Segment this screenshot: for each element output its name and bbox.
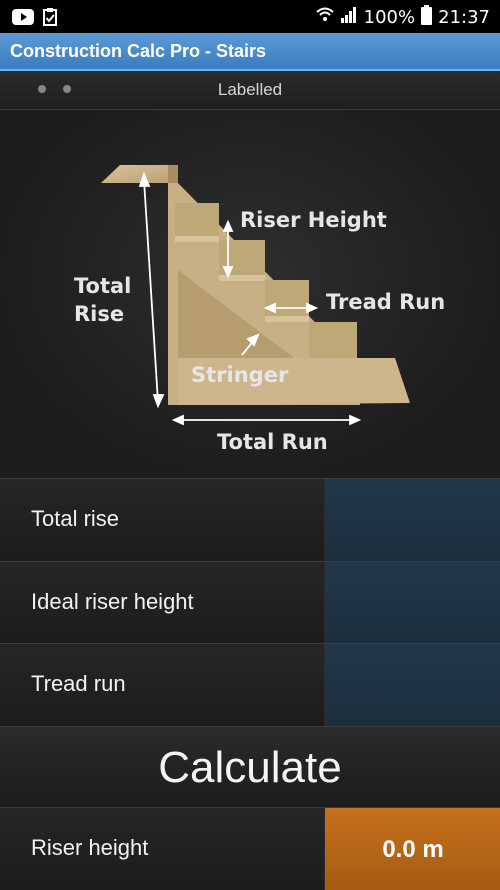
clock: 21:37 (438, 7, 490, 28)
ideal-riser-height-input[interactable] (324, 562, 500, 644)
pager-label: Labelled (217, 80, 283, 99)
total-rise-label-line1: Total (74, 274, 132, 298)
riser-height-label: Riser Height (240, 208, 387, 232)
tread-run-row: Tread run (0, 643, 500, 726)
ideal-riser-height-row: Ideal riser height (0, 561, 500, 644)
status-bar: 100% 21:37 (0, 0, 500, 33)
battery-percent: 100% (363, 7, 416, 28)
total-run-label: Total Run (217, 430, 328, 454)
tread-run-row-label: Tread run (31, 671, 126, 696)
calculate-button-label: Calculate (158, 743, 342, 792)
image-pager-header[interactable]: Labelled (0, 71, 500, 110)
total-rise-label: Total Rise (74, 274, 131, 326)
calculate-button[interactable]: Calculate (0, 726, 500, 808)
youtube-icon (12, 9, 34, 30)
battery-icon (421, 5, 433, 30)
tread-run-label: Tread Run (326, 290, 446, 314)
total-rise-row: Total rise (0, 478, 500, 561)
task-check-icon (43, 8, 57, 31)
tread-run-input[interactable] (324, 644, 500, 726)
riser-height-result-row: Riser height 0.0 m (0, 807, 500, 890)
stairs-diagram: Riser Height Tread Run Total Rise String… (0, 110, 500, 478)
total-rise-row-label: Total rise (31, 506, 120, 531)
signal-icon (340, 7, 358, 28)
app-title-bar: Construction Calc Pro - Stairs (0, 33, 500, 71)
wifi-icon (315, 7, 334, 28)
riser-height-result-field: 0.0 m (324, 808, 500, 890)
riser-height-result-label: Riser height (31, 835, 149, 860)
total-rise-label-line2: Rise (74, 302, 125, 326)
app-title: Construction Calc Pro - Stairs (10, 41, 267, 61)
total-rise-input[interactable] (324, 479, 500, 561)
stringer-label: Stringer (191, 363, 289, 387)
ideal-riser-height-row-label: Ideal riser height (31, 589, 194, 614)
riser-height-result-value: 0.0 m (382, 836, 444, 863)
